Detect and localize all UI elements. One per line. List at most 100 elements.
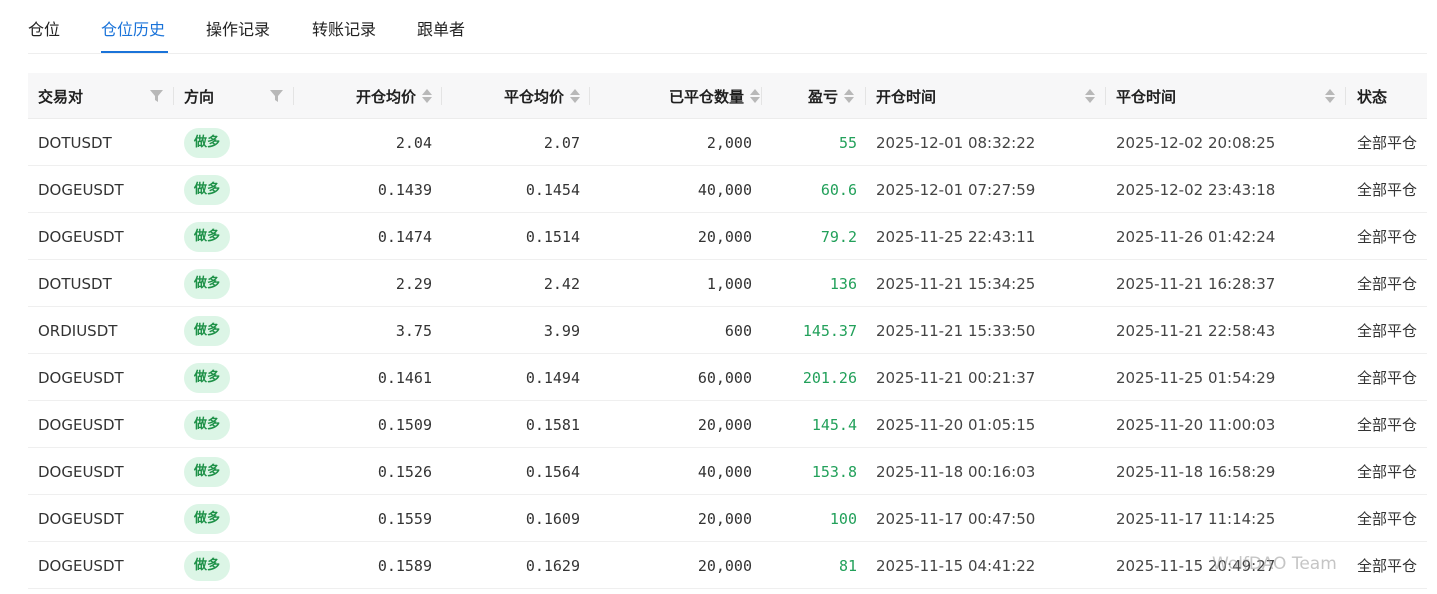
column-divider xyxy=(1105,87,1106,105)
direction-badge: 做多 xyxy=(184,503,231,534)
tab-transfer-log[interactable]: 转账记录 xyxy=(312,16,376,40)
cell-direction: 做多 xyxy=(184,542,284,589)
cell-direction: 做多 xyxy=(184,119,284,166)
tab-operation-log[interactable]: 操作记录 xyxy=(206,16,270,40)
cell-close-price: 0.1564 xyxy=(525,462,580,481)
cell-close-price: 0.1629 xyxy=(525,556,580,575)
cell-direction: 做多 xyxy=(184,401,284,448)
table-row[interactable]: DOTUSDT 做多 2.04 2.07 2,000 55 2025-12-01 08:32… xyxy=(28,119,1427,166)
cell-direction: 做多 xyxy=(184,495,284,542)
cell-pair: DOTUSDT xyxy=(38,133,112,152)
table-row[interactable]: ORDIUSDT 做多 3.75 3.99 600 145.37 2025-11-21 15… xyxy=(28,307,1427,354)
cell-close-time: 2025-11-21 16:28:37 xyxy=(1116,274,1276,293)
tab-followers[interactable]: 跟单者 xyxy=(417,16,465,40)
cell-close-price: 0.1454 xyxy=(525,180,580,199)
cell-close-time: 2025-11-15 20:49:27 xyxy=(1116,556,1276,575)
column-header-close-time[interactable]: 平仓时间 xyxy=(1116,73,1296,119)
table-row[interactable]: DOGEUSDT 做多 0.1439 0.1454 40,000 60.6 2025-12-… xyxy=(28,166,1427,213)
cell-closed-qty: 20,000 xyxy=(697,415,752,434)
cell-status: 全部平仓 xyxy=(1357,369,1418,387)
cell-open-price: 0.1589 xyxy=(377,556,432,575)
column-header-status[interactable]: 状态 xyxy=(1357,73,1427,119)
cell-direction: 做多 xyxy=(184,354,284,401)
cell-open-time: 2025-11-18 00:16:03 xyxy=(876,462,1036,481)
cell-closed-qty: 20,000 xyxy=(697,509,752,528)
column-label-closed-qty: 已平仓数量 xyxy=(668,87,744,106)
column-label-status: 状态 xyxy=(1357,87,1388,106)
cell-closed-qty: 1,000 xyxy=(706,274,752,293)
active-tab-indicator xyxy=(101,51,168,53)
cell-open-price: 3.75 xyxy=(395,321,432,340)
column-label-direction: 方向 xyxy=(184,87,215,106)
direction-badge: 做多 xyxy=(184,127,231,158)
cell-close-price: 0.1514 xyxy=(525,227,580,246)
sort-icon[interactable] xyxy=(422,88,432,104)
cell-open-time: 2025-11-20 01:05:15 xyxy=(876,415,1036,434)
table-row[interactable]: DOGEUSDT 做多 0.1589 0.1629 20,000 81 2025-11-15… xyxy=(28,542,1427,589)
direction-badge: 做多 xyxy=(184,268,231,299)
cell-closed-qty: 2,000 xyxy=(706,133,752,152)
cell-status: 全部平仓 xyxy=(1357,322,1418,340)
cell-status: 全部平仓 xyxy=(1357,275,1418,293)
table-row[interactable]: DOGEUSDT 做多 0.1474 0.1514 20,000 79.2 2025-11-… xyxy=(28,213,1427,260)
sort-icon[interactable] xyxy=(1325,88,1335,104)
table-row[interactable]: DOGEUSDT 做多 0.1461 0.1494 60,000 201.26 2025-1… xyxy=(28,354,1427,401)
cell-pair: DOGEUSDT xyxy=(38,415,124,434)
table-row[interactable]: DOGEUSDT 做多 0.1559 0.1609 20,000 100 2025-11-1… xyxy=(28,495,1427,542)
tab-positions[interactable]: 仓位 xyxy=(28,16,60,40)
cell-open-time: 2025-11-21 15:33:50 xyxy=(876,321,1036,340)
column-label-close-time: 平仓时间 xyxy=(1116,87,1177,106)
filter-icon[interactable] xyxy=(150,89,163,103)
column-header-pnl[interactable]: 盈亏 xyxy=(762,73,854,119)
column-divider xyxy=(173,87,174,105)
tab-position-history[interactable]: 仓位历史 xyxy=(101,16,165,40)
cell-direction: 做多 xyxy=(184,260,284,307)
column-divider xyxy=(865,87,866,105)
direction-badge: 做多 xyxy=(184,409,231,440)
table-row[interactable]: DOGEUSDT 做多 0.1509 0.1581 20,000 145.4 2025-11… xyxy=(28,401,1427,448)
cell-closed-qty: 40,000 xyxy=(697,462,752,481)
cell-pnl: 79.2 xyxy=(820,227,857,246)
cell-close-time: 2025-11-18 16:58:29 xyxy=(1116,462,1276,481)
filter-icon[interactable] xyxy=(270,89,283,103)
cell-open-time: 2025-11-15 04:41:22 xyxy=(876,556,1036,575)
cell-direction: 做多 xyxy=(184,213,284,260)
direction-badge: 做多 xyxy=(184,456,231,487)
cell-status: 全部平仓 xyxy=(1357,181,1418,199)
cell-pair: DOGEUSDT xyxy=(38,368,124,387)
sort-icon[interactable] xyxy=(844,88,854,104)
column-header-open-time[interactable]: 开仓时间 xyxy=(876,73,1056,119)
tab-bar: 仓位 仓位历史 操作记录 转账记录 跟单者 xyxy=(28,0,1427,54)
column-header-open-price[interactable]: 开仓均价 xyxy=(294,73,432,119)
cell-close-time: 2025-11-17 11:14:25 xyxy=(1116,509,1276,528)
cell-open-time: 2025-11-17 00:47:50 xyxy=(876,509,1036,528)
cell-status: 全部平仓 xyxy=(1357,134,1418,152)
cell-open-time: 2025-11-25 22:43:11 xyxy=(876,227,1036,246)
cell-pnl: 136 xyxy=(829,274,857,293)
cell-closed-qty: 20,000 xyxy=(697,556,752,575)
sort-icon[interactable] xyxy=(750,88,760,104)
table-header: 交易对 方向 开仓均价 平仓均价 已平仓数量 盈亏 开仓时间 平仓时间 状态 xyxy=(28,73,1427,119)
sort-icon[interactable] xyxy=(570,88,580,104)
column-header-closed-qty[interactable]: 已平仓数量 xyxy=(590,73,760,119)
cell-close-price: 0.1609 xyxy=(525,509,580,528)
cell-pnl: 145.4 xyxy=(811,415,857,434)
column-header-close-price[interactable]: 平仓均价 xyxy=(442,73,580,119)
table-row[interactable]: DOGEUSDT 做多 0.1526 0.1564 40,000 153.8 2025-11… xyxy=(28,448,1427,495)
column-label-pnl: 盈亏 xyxy=(807,87,838,106)
table-row[interactable]: DOTUSDT 做多 2.29 2.42 1,000 136 2025-11-21 15:3… xyxy=(28,260,1427,307)
cell-direction: 做多 xyxy=(184,166,284,213)
cell-pnl: 145.37 xyxy=(802,321,857,340)
cell-open-price: 2.29 xyxy=(395,274,432,293)
cell-open-time: 2025-11-21 15:34:25 xyxy=(876,274,1036,293)
cell-pnl: 81 xyxy=(838,556,857,575)
cell-pnl: 60.6 xyxy=(820,180,857,199)
direction-badge: 做多 xyxy=(184,550,231,581)
cell-close-price: 2.42 xyxy=(543,274,580,293)
cell-open-price: 0.1461 xyxy=(377,368,432,387)
cell-pair: DOTUSDT xyxy=(38,274,112,293)
cell-status: 全部平仓 xyxy=(1357,510,1418,528)
cell-status: 全部平仓 xyxy=(1357,416,1418,434)
sort-icon[interactable] xyxy=(1085,88,1095,104)
cell-closed-qty: 60,000 xyxy=(697,368,752,387)
